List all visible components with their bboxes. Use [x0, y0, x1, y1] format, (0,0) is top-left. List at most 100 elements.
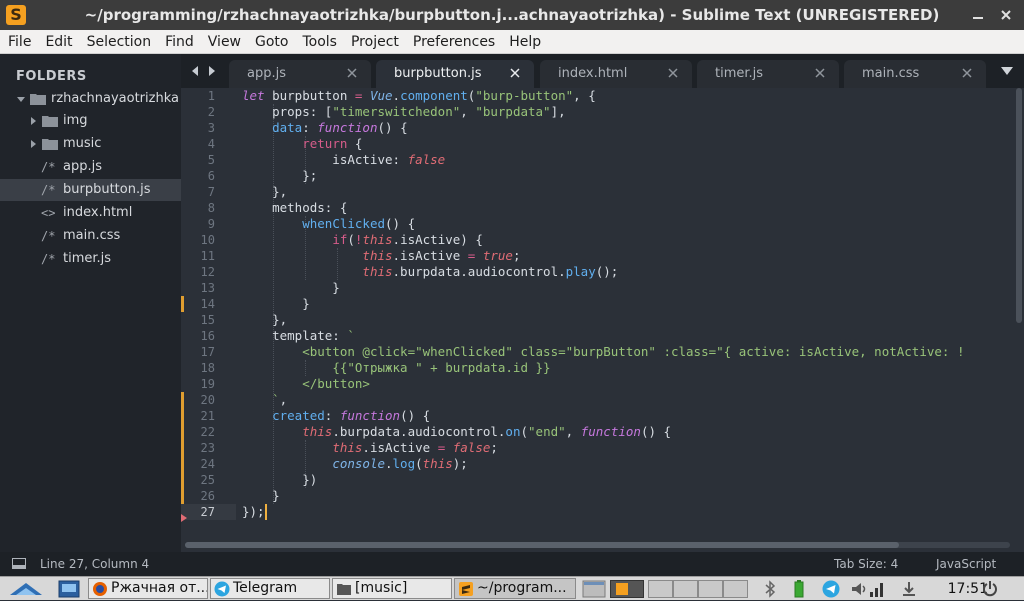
taskbar-task-telegram[interactable]: Telegram [210, 578, 330, 599]
close-icon[interactable] [998, 7, 1014, 23]
code-line: this.isActive = false; [332, 440, 498, 455]
sidebar-item-img[interactable]: img [0, 110, 181, 132]
close-icon[interactable] [815, 68, 825, 78]
code-line: if(!this.isActive) { [332, 232, 483, 247]
folder-icon [42, 139, 58, 150]
close-icon[interactable] [962, 68, 972, 78]
sound-icon[interactable] [850, 580, 868, 598]
workspace-switcher-icon[interactable] [648, 580, 748, 598]
menu-edit[interactable]: Edit [38, 30, 79, 54]
sidebar-item-main-css[interactable]: /* main.css [0, 225, 181, 247]
sidebar-item-app-js[interactable]: /* app.js [0, 156, 181, 178]
menu-selection[interactable]: Selection [80, 30, 159, 54]
code-line: whenClicked() { [302, 216, 416, 231]
menu-file[interactable]: File [1, 30, 38, 54]
taskbar-task-file-manager[interactable]: [music] [332, 578, 452, 599]
tab-main-css[interactable]: main.css [844, 60, 986, 88]
line-number-gutter: 1 2 3 4 5 6 7 8 9 10 11 12 13 14 15 16 1… [181, 88, 236, 528]
chevron-right-icon[interactable] [28, 139, 38, 149]
menu-bar: File Edit Selection Find View Goto Tools Projec… [0, 30, 1024, 54]
code-editor[interactable]: 1 2 3 4 5 6 7 8 9 10 11 12 13 14 15 16 1… [181, 88, 1024, 552]
bluetooth-icon[interactable] [763, 580, 777, 598]
line-number: 25 [200, 473, 215, 487]
line-number: 14 [200, 297, 215, 311]
workspace-1-icon[interactable] [610, 580, 644, 598]
window-title: ~/programming/rzhachnayaotrizhka/burpbut… [84, 6, 940, 24]
folder-icon [337, 584, 351, 595]
menu-view[interactable]: View [201, 30, 248, 54]
tab-burpbutton-js[interactable]: burpbutton.js [376, 60, 534, 88]
menu-find[interactable]: Find [158, 30, 201, 54]
workspace-icon[interactable] [582, 580, 606, 598]
taskbar-task-firefox[interactable]: Ржачная от... [88, 578, 208, 599]
vertical-scrollbar[interactable] [1016, 88, 1022, 323]
line-number: 12 [200, 265, 215, 279]
js-file-icon: /* [41, 252, 56, 266]
code-line: <button @click="whenClicked" class="burp… [302, 344, 965, 359]
tab-timer-js[interactable]: timer.js [697, 60, 839, 88]
tab-index-html[interactable]: index.html [540, 60, 692, 88]
line-number: 5 [207, 153, 215, 167]
taskbar-task-label: ~/program... [477, 580, 567, 596]
menu-tools[interactable]: Tools [295, 30, 344, 54]
sidebar-item-label: rzhachnayaotrizhka [51, 91, 179, 106]
show-desktop-icon[interactable] [58, 580, 80, 598]
code-line: } [242, 488, 280, 503]
sidebar-item-rzhachnayaotrizhka[interactable]: rzhachnayaotrizhka [0, 88, 181, 110]
close-icon[interactable] [510, 68, 520, 78]
menu-help[interactable]: Help [502, 30, 548, 54]
code-line: this.burpdata.audiocontrol.play(); [362, 264, 619, 279]
menu-goto[interactable]: Goto [248, 30, 295, 54]
code-line: this.isActive = true; [362, 248, 521, 263]
code-line: }, [242, 312, 288, 327]
sidebar-item-index-html[interactable]: <> index.html [0, 202, 181, 224]
code-line: }; [242, 168, 318, 183]
horizontal-scrollbar[interactable] [185, 542, 1010, 548]
battery-icon [794, 580, 804, 598]
taskbar-task-sublime[interactable]: ~/program... [454, 578, 576, 599]
line-number: 22 [200, 425, 215, 439]
sidebar-item-label: main.css [63, 228, 121, 243]
code-line: isActive: false [242, 152, 446, 167]
start-menu-icon[interactable] [8, 580, 44, 598]
close-icon[interactable] [668, 68, 678, 78]
tab-label: app.js [247, 66, 286, 81]
syntax-selector[interactable]: JavaScript [936, 552, 996, 576]
menu-preferences[interactable]: Preferences [406, 30, 502, 54]
sidebar-item-music[interactable]: music [0, 133, 181, 155]
sidebar-item-burpbutton-js[interactable]: /* burpbutton.js [0, 179, 181, 201]
css-file-icon: /* [41, 229, 56, 243]
code-line: props: ["timerswitchedon", "burpdata"], [242, 104, 566, 119]
horizontal-scrollbar-thumb[interactable] [185, 542, 899, 548]
chevron-right-icon[interactable] [28, 116, 38, 126]
line-number: 11 [200, 249, 215, 263]
tab-nav-arrows-icon[interactable] [189, 64, 219, 78]
menu-project[interactable]: Project [344, 30, 406, 54]
close-icon[interactable] [347, 68, 357, 78]
code-line: let burpbutton = Vue.component("burp-but… [242, 88, 596, 103]
tab-overflow-icon[interactable] [1000, 66, 1014, 76]
power-icon[interactable] [981, 580, 999, 598]
sidebar-item-timer-js[interactable]: /* timer.js [0, 248, 181, 270]
sidebar-item-label: burpbutton.js [63, 182, 151, 197]
chevron-down-icon[interactable] [16, 94, 26, 104]
tab-size[interactable]: Tab Size: 4 [834, 552, 898, 576]
sublime-icon [459, 582, 473, 596]
network-signal-icon[interactable] [868, 580, 886, 598]
update-notifier-icon[interactable] [900, 580, 918, 598]
line-number: 23 [200, 441, 215, 455]
telegram-tray-icon[interactable] [822, 580, 840, 598]
minimize-icon[interactable] [970, 7, 986, 23]
code-line: data: function() { [272, 120, 408, 135]
line-number: 2 [207, 105, 215, 119]
code-line: methods: { [242, 200, 348, 215]
folder-icon [42, 116, 58, 127]
tab-bar: app.js burpbutton.js index.html timer.js… [181, 54, 1024, 88]
html-file-icon: <> [41, 206, 56, 220]
taskbar: Ржачная от... Telegram [music] ~/program… [0, 576, 1024, 600]
firefox-icon [93, 582, 107, 596]
panel-toggle-icon[interactable] [12, 558, 26, 569]
sidebar-folders: FOLDERS rzhachnayaotrizhka img music /* … [0, 54, 181, 552]
tab-app-js[interactable]: app.js [229, 60, 371, 88]
code-text[interactable]: let burpbutton = Vue.component("burp-but… [242, 88, 1012, 528]
